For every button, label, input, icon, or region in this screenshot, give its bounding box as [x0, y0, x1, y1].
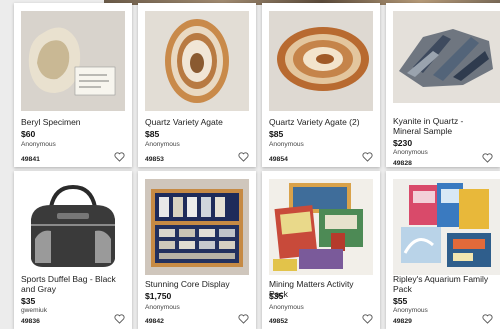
product-image[interactable]: [269, 179, 373, 275]
product-seller: Anonymous: [145, 141, 180, 148]
product-title[interactable]: Beryl Specimen: [21, 117, 124, 127]
product-seller: Anonymous: [145, 304, 180, 311]
product-card[interactable]: Kyanite in Quartz - Mineral Sample $230 …: [386, 3, 500, 167]
product-seller: Anonymous: [21, 141, 56, 148]
product-price: $55: [393, 296, 408, 306]
heart-icon[interactable]: [238, 152, 249, 162]
heart-icon[interactable]: [238, 314, 249, 324]
product-lot-number: 49853: [145, 156, 164, 163]
product-card[interactable]: Beryl Specimen $60 Anonymous 49841: [14, 3, 132, 167]
product-card[interactable]: Stunning Core Display $1,750 Anonymous 4…: [138, 171, 256, 329]
product-seller: gwemiuk: [21, 307, 48, 314]
product-seller: Anonymous: [393, 307, 428, 314]
product-image[interactable]: [269, 11, 373, 111]
product-title[interactable]: Sports Duffel Bag - Black and Gray: [21, 274, 124, 294]
heart-icon[interactable]: [362, 314, 373, 324]
heart-icon[interactable]: [362, 152, 373, 162]
product-title[interactable]: Ripley's Aquarium Family Pack: [393, 274, 492, 294]
heart-icon[interactable]: [114, 152, 125, 162]
product-price: $60: [21, 129, 36, 139]
product-price: $1,750: [145, 291, 172, 301]
product-price: $85: [145, 129, 160, 139]
product-image[interactable]: [21, 179, 125, 275]
product-card[interactable]: Ripley's Aquarium Family Pack $55 Anonym…: [386, 171, 500, 329]
product-seller: Anonymous: [269, 141, 304, 148]
product-title[interactable]: Mining Matters Activity Pack: [269, 279, 372, 299]
product-lot-number: 49852: [269, 318, 288, 325]
product-price: $35: [21, 296, 36, 306]
product-card[interactable]: Mining Matters Activity Pack $35 Anonymo…: [262, 171, 380, 329]
product-lot-number: 49836: [21, 318, 40, 325]
product-image[interactable]: [21, 11, 125, 111]
product-card[interactable]: Quartz Variety Agate (2) $85 Anonymous 4…: [262, 3, 380, 167]
product-image[interactable]: [145, 179, 249, 275]
product-lot-number: 49828: [393, 160, 412, 167]
product-card[interactable]: Quartz Variety Agate $85 Anonymous 49853: [138, 3, 256, 167]
product-price: $35: [269, 291, 284, 301]
product-seller: Anonymous: [393, 149, 428, 156]
product-lot-number: 49854: [269, 156, 288, 163]
product-lot-number: 49841: [21, 156, 40, 163]
product-title[interactable]: Stunning Core Display: [145, 279, 248, 289]
product-title[interactable]: Quartz Variety Agate: [145, 117, 248, 127]
product-title[interactable]: Quartz Variety Agate (2): [269, 117, 372, 127]
product-image[interactable]: [145, 11, 249, 111]
product-card[interactable]: Sports Duffel Bag - Black and Gray $35 g…: [14, 171, 132, 329]
heart-icon[interactable]: [482, 314, 493, 324]
product-seller: Anonymous: [269, 304, 304, 311]
product-image[interactable]: [393, 11, 500, 103]
product-lot-number: 49829: [393, 318, 412, 325]
product-price: $85: [269, 129, 284, 139]
product-title[interactable]: Kyanite in Quartz - Mineral Sample: [393, 116, 492, 136]
product-lot-number: 49842: [145, 318, 164, 325]
heart-icon[interactable]: [114, 314, 125, 324]
product-price: $230: [393, 138, 413, 148]
heart-icon[interactable]: [482, 153, 493, 163]
product-image[interactable]: [393, 179, 500, 275]
